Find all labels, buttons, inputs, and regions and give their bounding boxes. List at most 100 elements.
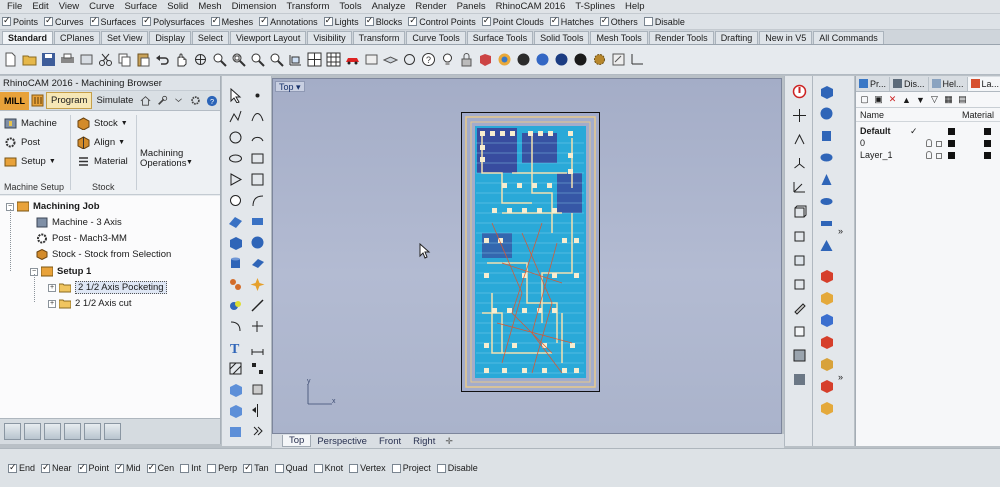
zoom-icon[interactable] — [211, 51, 228, 68]
render-icon[interactable] — [817, 266, 835, 284]
wrench-icon[interactable] — [156, 94, 169, 107]
rotate-icon[interactable] — [790, 130, 808, 148]
menu-mesh[interactable]: Mesh — [193, 1, 226, 12]
copy-icon[interactable] — [116, 51, 133, 68]
cplane-icon[interactable] — [629, 51, 646, 68]
transform-arrows-icon[interactable] — [790, 106, 808, 124]
lock-icon[interactable] — [936, 141, 942, 147]
machine-button[interactable]: Machine — [4, 117, 57, 130]
sphere-render-icon[interactable] — [534, 51, 551, 68]
join-icon[interactable] — [248, 317, 266, 335]
tab-cplanes[interactable]: CPlanes — [54, 31, 101, 44]
layer-row[interactable]: Layer_1 — [856, 149, 1000, 161]
sphere-display-icon[interactable] — [515, 51, 532, 68]
layer-color-swatch[interactable] — [948, 152, 955, 159]
menu-solid[interactable]: Solid — [162, 1, 193, 12]
osnap-perp[interactable]: Perp — [207, 463, 237, 473]
filter-blocks[interactable]: Blocks — [364, 15, 402, 27]
menu-view[interactable]: View — [54, 1, 84, 12]
current-layer-check-icon[interactable]: ✓ — [910, 126, 918, 137]
tab-properties[interactable]: Pr... — [856, 76, 891, 91]
tree-node-post[interactable]: Post - Mach3-MM — [36, 232, 127, 245]
overflow-chevron-icon[interactable] — [248, 422, 266, 440]
mesh-icon[interactable] — [226, 275, 244, 293]
layer-settings-icon[interactable]: ▤ — [957, 94, 968, 105]
osnap-int[interactable]: Int — [180, 463, 201, 473]
cylinder-icon[interactable] — [226, 254, 244, 272]
import-icon[interactable] — [78, 51, 95, 68]
scale-icon[interactable] — [226, 401, 244, 419]
box-edit-icon[interactable] — [790, 202, 808, 220]
lightbulb-icon[interactable] — [926, 151, 932, 159]
split-icon[interactable] — [226, 317, 244, 335]
dimension-icon[interactable] — [248, 338, 266, 356]
tab-viewport-layout[interactable]: Viewport Layout — [229, 31, 307, 44]
new-layer-icon[interactable]: ▢ — [859, 94, 870, 105]
tab-display[interactable]: Display — [149, 31, 191, 44]
blue-cone-icon[interactable] — [817, 170, 835, 188]
tools-icon[interactable] — [64, 423, 81, 440]
gumball-icon[interactable] — [790, 346, 808, 364]
material-button[interactable]: Material — [77, 155, 128, 168]
layer-material-swatch[interactable] — [984, 140, 991, 147]
filter-icon[interactable]: ▽ — [929, 94, 940, 105]
tab-mesh-tools[interactable]: Mesh Tools — [590, 31, 648, 44]
pcb-toolpath-model[interactable] — [461, 112, 600, 392]
ellipse-icon[interactable] — [226, 149, 244, 167]
gear-icon[interactable] — [189, 94, 202, 107]
osnap-tan[interactable]: Tan — [243, 462, 269, 473]
box-frame-3-icon[interactable] — [790, 274, 808, 292]
stock-view-icon[interactable] — [44, 423, 61, 440]
menu-panels[interactable]: Panels — [452, 1, 491, 12]
cplane-origin-icon[interactable] — [790, 178, 808, 196]
blue-pipe-icon[interactable] — [817, 214, 835, 232]
scale-3d-icon[interactable] — [790, 154, 808, 172]
filter-points[interactable]: Points — [2, 15, 38, 27]
four-view-icon[interactable] — [306, 51, 323, 68]
print-icon[interactable] — [59, 51, 76, 68]
menu-rhinocam[interactable]: RhinoCAM 2016 — [491, 1, 571, 12]
rectangle-icon[interactable] — [248, 149, 266, 167]
tab-perspective[interactable]: Perspective — [311, 436, 373, 447]
new-file-icon[interactable] — [2, 51, 19, 68]
osnap-quad[interactable]: Quad — [274, 463, 308, 473]
menu-transform[interactable]: Transform — [281, 1, 334, 12]
render-2-icon[interactable] — [817, 288, 835, 306]
overflow-chevron-icon[interactable]: » — [838, 226, 843, 236]
explode-icon[interactable] — [248, 275, 266, 293]
add-viewport-icon[interactable]: ✛ — [441, 436, 457, 447]
tab-visibility[interactable]: Visibility — [307, 31, 352, 44]
stock-button[interactable]: Stock ▼ — [77, 117, 128, 130]
new-sublayer-icon[interactable]: ▣ — [873, 94, 884, 105]
menu-edit[interactable]: Edit — [27, 1, 53, 12]
tab-right[interactable]: Right — [407, 436, 441, 447]
point-icon[interactable] — [248, 86, 266, 104]
mill-mode-icon[interactable] — [31, 94, 44, 107]
mirror-icon[interactable] — [248, 401, 266, 419]
view-front-icon[interactable] — [287, 51, 304, 68]
color-wheel-icon[interactable] — [496, 51, 513, 68]
trim-icon[interactable] — [248, 296, 266, 314]
circle-icon[interactable] — [226, 128, 244, 146]
tree-node-operation-pocketing[interactable]: + 2 1/2 Axis Pocketing — [48, 281, 167, 294]
tab-drafting[interactable]: Drafting — [714, 31, 759, 44]
box-frame-icon[interactable] — [790, 226, 808, 244]
menu-help[interactable]: Help — [620, 1, 650, 12]
analyze-icon[interactable] — [248, 380, 266, 398]
blue-ellipsoid-icon[interactable] — [817, 192, 835, 210]
expand-icon[interactable]: + — [48, 283, 56, 292]
viewport-title[interactable]: Top ▾ — [275, 81, 305, 92]
filter-others[interactable]: Others — [599, 15, 638, 27]
layer-material-swatch[interactable] — [984, 128, 991, 135]
boolean-icon[interactable] — [226, 296, 244, 314]
render-3-icon[interactable] — [817, 310, 835, 328]
osnap-point[interactable]: Point — [77, 462, 109, 473]
tab-solid-tools[interactable]: Solid Tools — [534, 31, 590, 44]
zoom-extents-icon[interactable] — [249, 51, 266, 68]
filter-point-clouds[interactable]: Point Clouds — [481, 15, 544, 27]
sphere-xray-icon[interactable] — [572, 51, 589, 68]
grid-icon[interactable] — [325, 51, 342, 68]
osnap-project[interactable]: Project — [391, 463, 431, 473]
expand-icon[interactable]: + — [48, 299, 56, 308]
tree-node-stock[interactable]: Stock - Stock from Selection — [36, 248, 171, 261]
